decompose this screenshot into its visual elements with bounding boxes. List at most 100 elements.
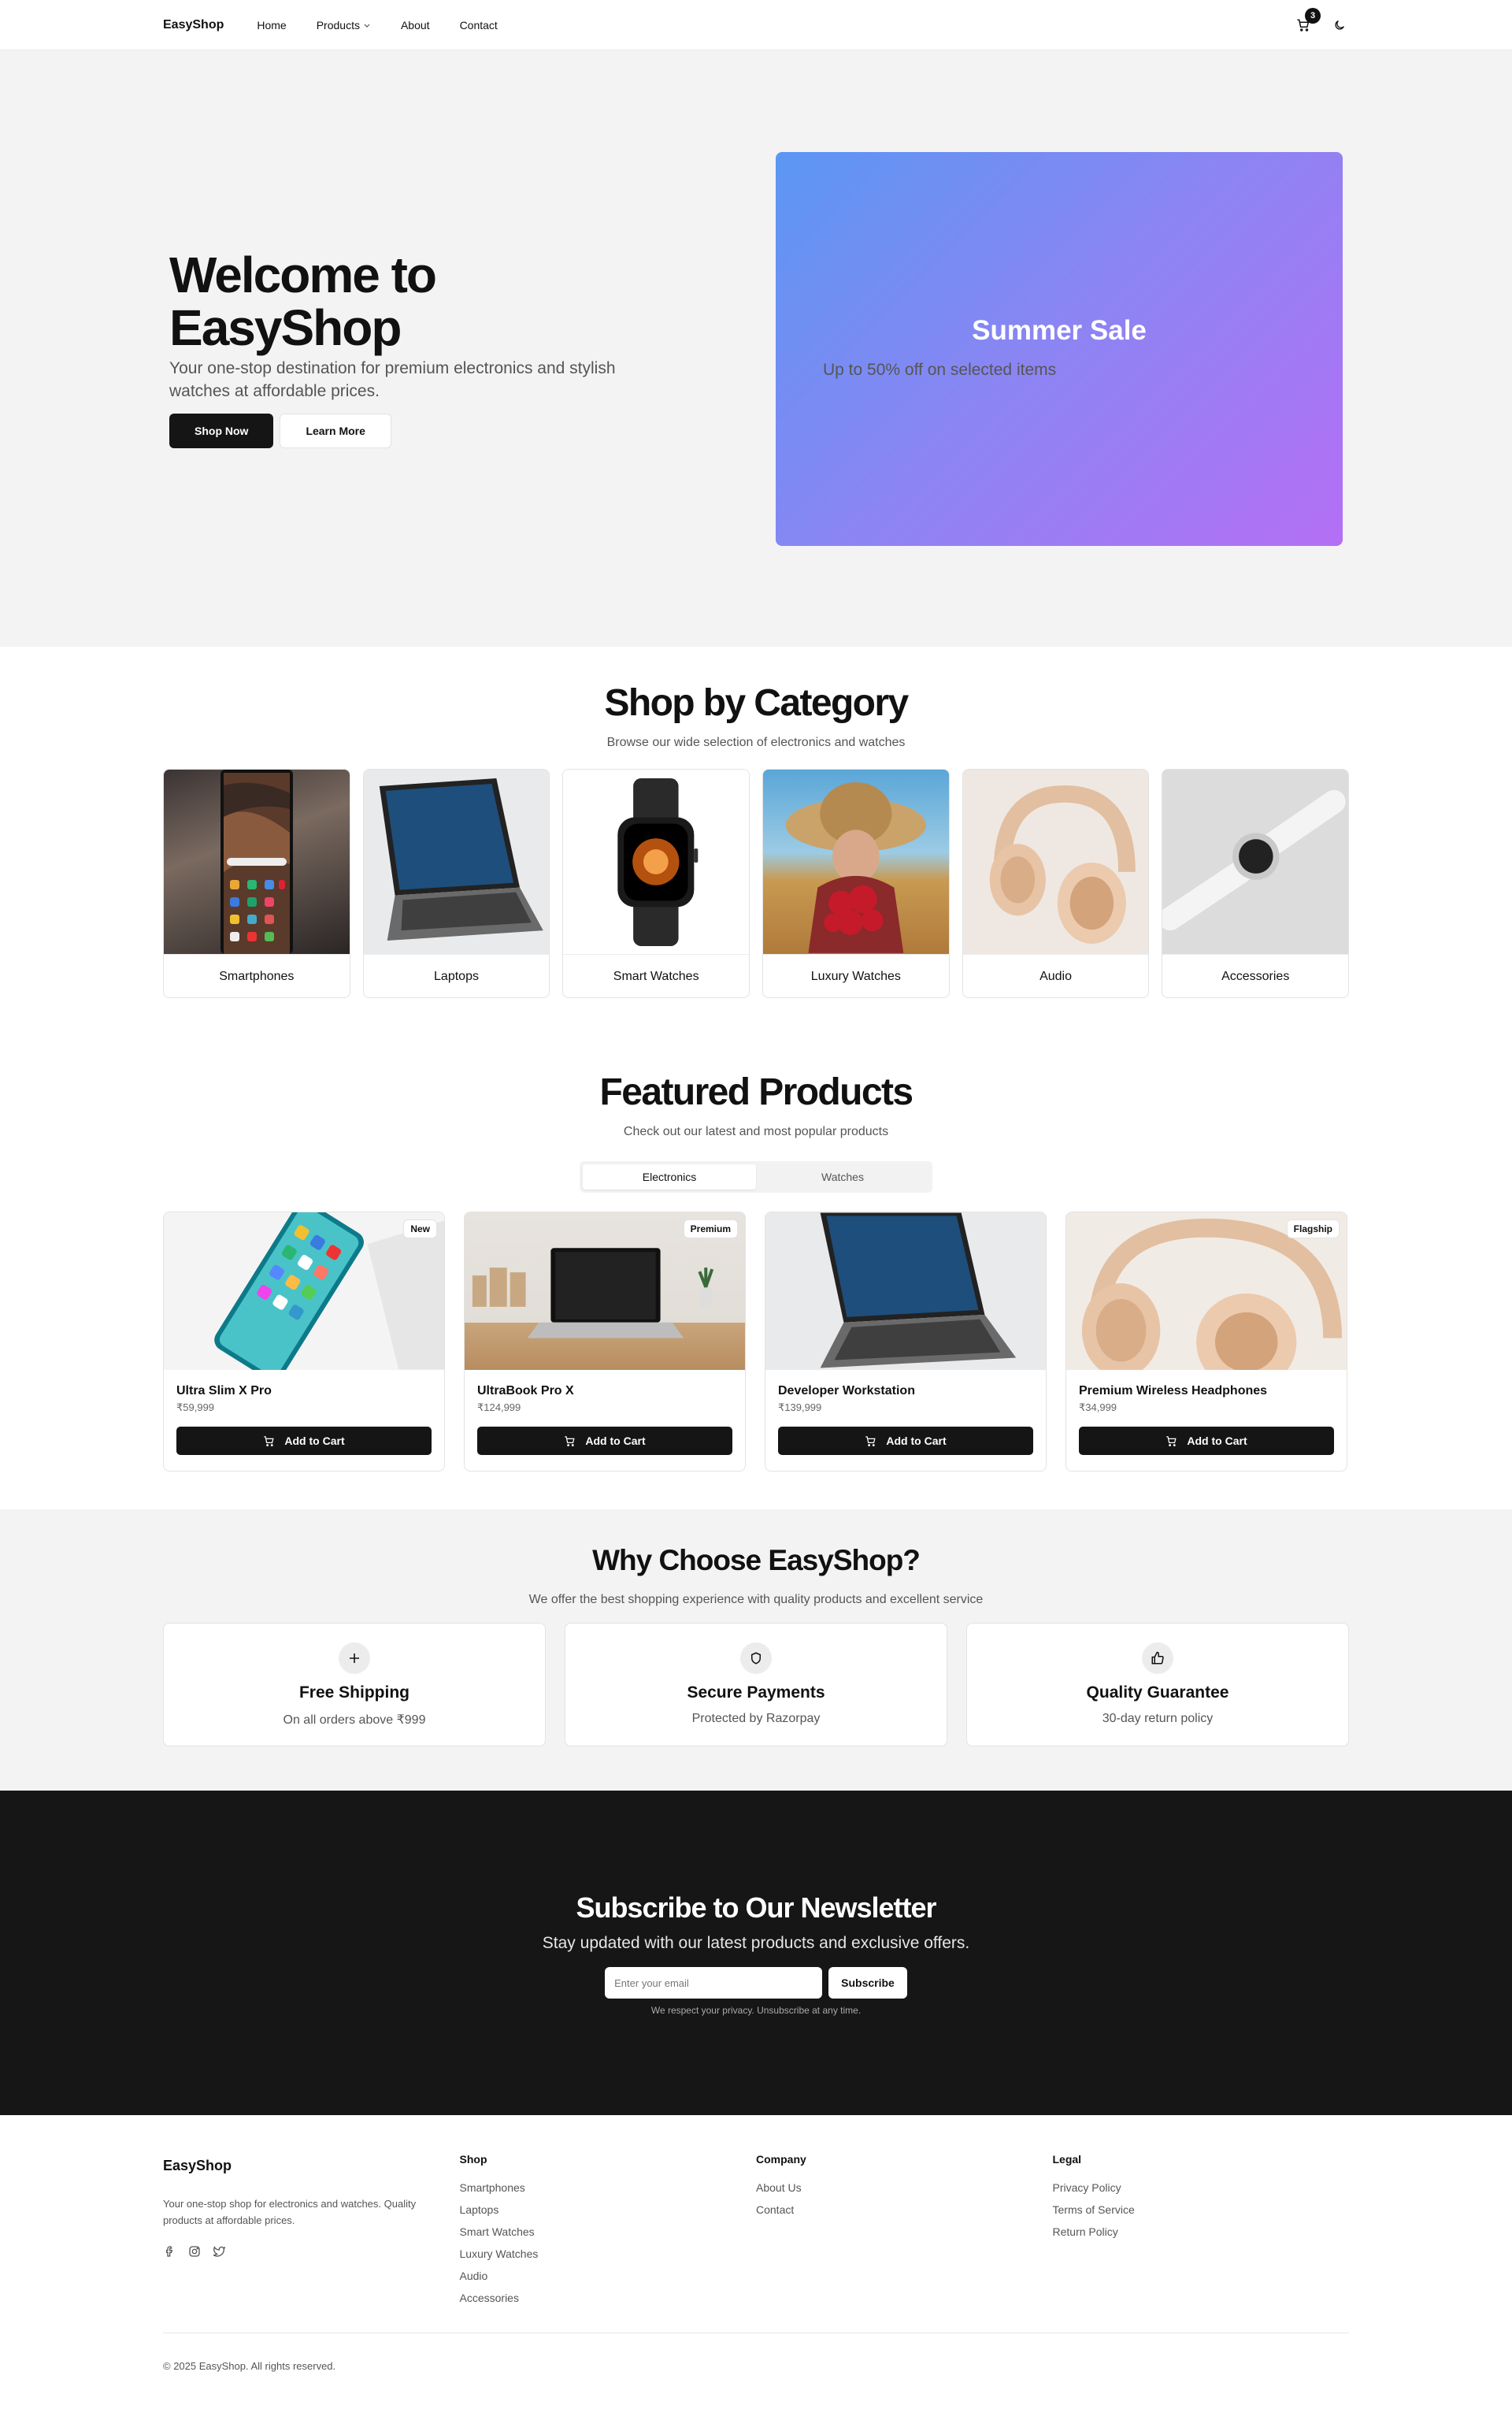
nav-products[interactable]: Products bbox=[317, 19, 371, 32]
site-header: EasyShop Home Products About Contact 3 bbox=[0, 0, 1512, 50]
category-label: Laptops bbox=[363, 954, 550, 997]
product-card[interactable]: Flagship Premium Wireless Headphones ₹34… bbox=[1065, 1212, 1347, 1472]
nav-about[interactable]: About bbox=[401, 19, 430, 32]
footer-link[interactable]: Luxury Watches bbox=[460, 2247, 757, 2270]
thumbs-up-icon bbox=[1142, 1642, 1173, 1674]
category-card-smartphones[interactable]: Smartphones bbox=[163, 769, 350, 998]
feature-subtitle: Protected by Razorpay bbox=[691, 1712, 821, 1725]
product-badge: Flagship bbox=[1287, 1220, 1339, 1238]
footer-link[interactable]: Smartphones bbox=[460, 2181, 757, 2203]
footer-description: Your one-stop shop for electronics and w… bbox=[163, 2198, 417, 2226]
laptop-image bbox=[363, 770, 550, 954]
product-badge: Premium bbox=[684, 1220, 737, 1238]
feature-title: Secure Payments bbox=[687, 1683, 825, 1702]
product-tabs: Electronics Watches bbox=[580, 1161, 932, 1193]
footer-heading: Shop bbox=[459, 2153, 487, 2166]
category-label: Accessories bbox=[1162, 954, 1349, 997]
facebook-icon[interactable] bbox=[163, 2245, 176, 2262]
site-footer: EasyShop Your one-stop shop for electron… bbox=[0, 2115, 1512, 2372]
product-badge: New bbox=[404, 1220, 436, 1238]
product-name[interactable]: Ultra Slim X Pro bbox=[176, 1384, 432, 1398]
product-name[interactable]: Premium Wireless Headphones bbox=[1079, 1384, 1334, 1398]
add-to-cart-label: Add to Cart bbox=[886, 1435, 947, 1447]
tab-watches[interactable]: Watches bbox=[756, 1164, 929, 1190]
footer-link[interactable]: Contact bbox=[756, 2203, 1053, 2225]
privacy-note: We respect your privacy. Unsubscribe at … bbox=[650, 2005, 862, 2016]
headphones-image bbox=[962, 770, 1149, 954]
learn-more-button[interactable]: Learn More bbox=[280, 414, 391, 449]
hero-section: Welcome to EasyShop Your one-stop destin… bbox=[0, 50, 1512, 647]
footer-link[interactable]: Privacy Policy bbox=[1053, 2181, 1350, 2203]
add-to-cart-button[interactable]: Add to Cart bbox=[176, 1427, 432, 1455]
feature-subtitle: On all orders above ₹999 bbox=[283, 1713, 426, 1727]
why-subtitle: We offer the best shopping experience wi… bbox=[528, 1593, 984, 1606]
nav-home[interactable]: Home bbox=[257, 19, 286, 32]
cart-count-badge: 3 bbox=[1305, 8, 1321, 24]
product-name[interactable]: UltraBook Pro X bbox=[477, 1384, 732, 1398]
newsletter-subtitle: Stay updated with our latest products an… bbox=[542, 1934, 970, 1952]
add-to-cart-label: Add to Cart bbox=[585, 1435, 646, 1447]
workstation-product-image bbox=[765, 1212, 1046, 1370]
add-to-cart-button[interactable]: Add to Cart bbox=[778, 1427, 1033, 1455]
featured-title: Featured Products bbox=[599, 1071, 914, 1113]
product-price: ₹139,999 bbox=[778, 1401, 822, 1413]
footer-link[interactable]: Smart Watches bbox=[460, 2225, 757, 2247]
footer-heading: Company bbox=[756, 2153, 806, 2166]
feature-title: Quality Guarantee bbox=[1086, 1683, 1229, 1702]
nav-home-label: Home bbox=[257, 19, 287, 32]
category-card-accessories[interactable]: Accessories bbox=[1162, 769, 1350, 998]
categories-title: Shop by Category bbox=[604, 682, 909, 724]
smartphone-image bbox=[164, 770, 350, 954]
category-label: Smartphones bbox=[164, 954, 350, 997]
moon-icon bbox=[1335, 20, 1344, 30]
shop-now-button[interactable]: Shop Now bbox=[169, 414, 274, 449]
category-label: Audio bbox=[962, 954, 1149, 997]
cart-icon bbox=[1166, 1435, 1177, 1446]
cart-button[interactable]: 3 bbox=[1294, 8, 1321, 35]
category-card-smart-watches[interactable]: Smart Watches bbox=[562, 769, 750, 998]
product-price: ₹34,999 bbox=[1079, 1401, 1117, 1413]
footer-link[interactable]: Laptops bbox=[460, 2203, 757, 2225]
theme-toggle-button[interactable] bbox=[1330, 16, 1349, 35]
instagram-icon[interactable] bbox=[188, 2245, 201, 2262]
product-card[interactable]: Premium UltraBook Pro X ₹124,999 Add to … bbox=[464, 1212, 746, 1472]
banner-subtitle: Up to 50% off on selected items bbox=[823, 361, 1057, 380]
subscribe-button[interactable]: Subscribe bbox=[828, 1967, 907, 1999]
tab-electronics[interactable]: Electronics bbox=[583, 1164, 756, 1190]
hero-title: Welcome to EasyShop bbox=[169, 246, 437, 357]
product-card[interactable]: New Ultra Slim X Pro ₹59,999 Add to Cart bbox=[163, 1212, 445, 1472]
footer-link[interactable]: Accessories bbox=[460, 2292, 757, 2314]
why-title: Why Choose EasyShop? bbox=[592, 1544, 921, 1576]
add-to-cart-button[interactable]: Add to Cart bbox=[477, 1427, 732, 1455]
nav-contact[interactable]: Contact bbox=[460, 19, 498, 32]
category-card-audio[interactable]: Audio bbox=[962, 769, 1150, 998]
footer-link[interactable]: Return Policy bbox=[1053, 2225, 1350, 2247]
product-name[interactable]: Developer Workstation bbox=[778, 1384, 1033, 1398]
laptop-product-image: Premium bbox=[465, 1212, 745, 1370]
summer-sale-banner[interactable]: Summer Sale Up to 50% off on selected it… bbox=[776, 151, 1343, 546]
product-card[interactable]: Developer Workstation ₹139,999 Add to Ca… bbox=[765, 1212, 1047, 1472]
category-label: Smart Watches bbox=[563, 954, 750, 997]
brand-logo[interactable]: EasyShop bbox=[163, 18, 224, 32]
headphones-product-image: Flagship bbox=[1066, 1212, 1347, 1370]
newsletter-title: Subscribe to Our Newsletter bbox=[576, 1891, 936, 1924]
why-choose-section: Why Choose EasyShop? We offer the best s… bbox=[0, 1509, 1512, 1791]
twitter-icon[interactable] bbox=[213, 2245, 226, 2262]
add-to-cart-button[interactable]: Add to Cart bbox=[1079, 1427, 1334, 1455]
footer-shop-column: Shop Smartphones Laptops Smart Watches L… bbox=[460, 2153, 757, 2314]
add-to-cart-label: Add to Cart bbox=[1187, 1435, 1247, 1447]
category-card-laptops[interactable]: Laptops bbox=[362, 769, 550, 998]
categories-section: Shop by Category Browse our wide selecti… bbox=[0, 647, 1512, 998]
newsletter-section: Subscribe to Our Newsletter Stay updated… bbox=[0, 1791, 1512, 2115]
product-price: ₹59,999 bbox=[176, 1401, 215, 1413]
footer-link[interactable]: About Us bbox=[756, 2181, 1053, 2203]
hero-subtitle: Your one-stop destination for premium el… bbox=[169, 359, 616, 400]
category-card-luxury-watches[interactable]: Luxury Watches bbox=[762, 769, 950, 998]
footer-link[interactable]: Audio bbox=[460, 2270, 757, 2292]
footer-brand: EasyShop bbox=[163, 2158, 232, 2173]
footer-link[interactable]: Terms of Service bbox=[1053, 2203, 1350, 2225]
email-input[interactable] bbox=[605, 1967, 823, 1999]
categories-subtitle: Browse our wide selection of electronics… bbox=[606, 736, 906, 749]
footer-company-column: Company About Us Contact bbox=[756, 2153, 1053, 2314]
feature-subtitle: 30-day return policy bbox=[1102, 1712, 1214, 1725]
